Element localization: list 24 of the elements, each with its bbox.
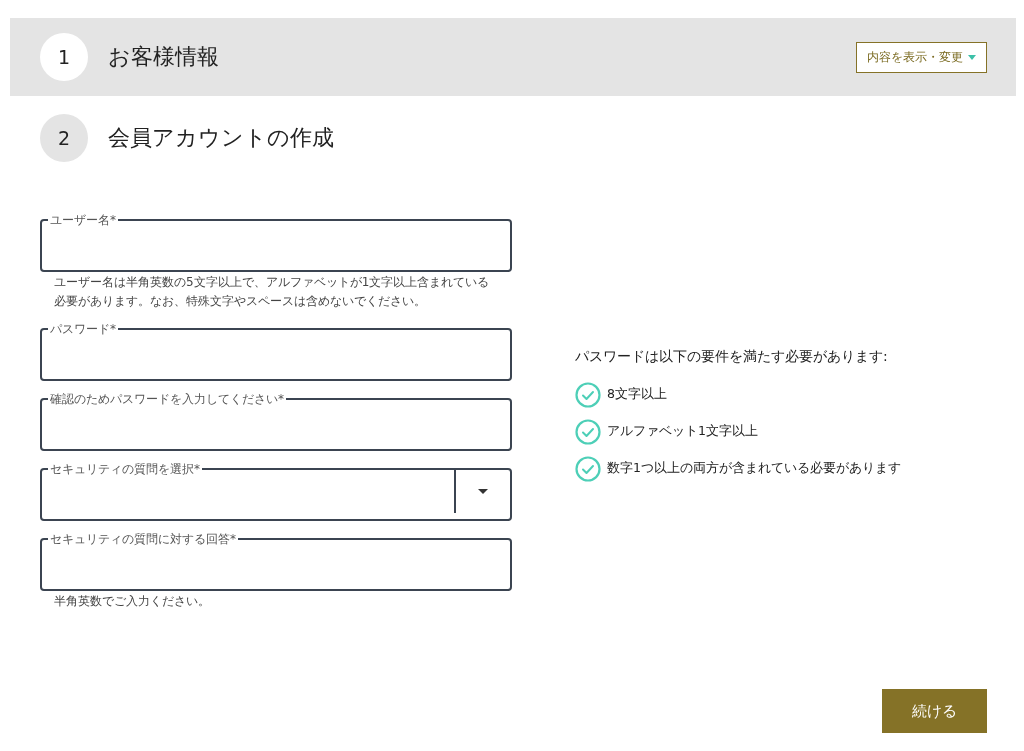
step-title: お客様情報: [108, 43, 220, 71]
field-hint: ユーザー名は半角英数の5文字以上で、アルファベットが1文字以上含まれている必要があります。なお、特殊文字やスペースは含めないでください。: [53, 274, 491, 310]
requirement-text: 数字1つ以上の両方が含まれている必要があります: [607, 460, 901, 477]
field-label: ユーザー名*: [49, 214, 117, 226]
field-label: セキュリティの質問を選択*: [49, 463, 201, 475]
step-title: 会員アカウントの作成: [108, 124, 335, 152]
step-number: 1: [40, 33, 88, 81]
input-field[interactable]: 確認のためパスワードを入力してください*: [40, 393, 512, 451]
input-field[interactable]: パスワード*: [40, 323, 512, 381]
step-number: 2: [40, 114, 88, 162]
caret-icon: [968, 54, 976, 60]
select-field[interactable]: セキュリティの質問を選択*: [40, 463, 512, 521]
requirement-text: 8文字以上: [607, 386, 667, 403]
show-edit-button[interactable]: 内容を表示・変更: [856, 41, 987, 73]
field-label: セキュリティの質問に対する回答*: [49, 533, 237, 545]
input-field[interactable]: セキュリティの質問に対する回答*: [40, 533, 512, 591]
requirement-text: アルファベット1文字以上: [607, 423, 758, 440]
field-label: 確認のためパスワードを入力してください*: [49, 393, 285, 405]
field-hint: 半角英数でご入力ください。: [53, 593, 211, 610]
field-label: パスワード*: [49, 323, 117, 335]
caret-icon: [478, 488, 488, 494]
input-field[interactable]: ユーザー名*: [40, 214, 512, 272]
continue-button[interactable]: 続ける: [882, 689, 987, 733]
requirements-heading: パスワードは以下の要件を満たす必要があります:: [575, 348, 889, 366]
